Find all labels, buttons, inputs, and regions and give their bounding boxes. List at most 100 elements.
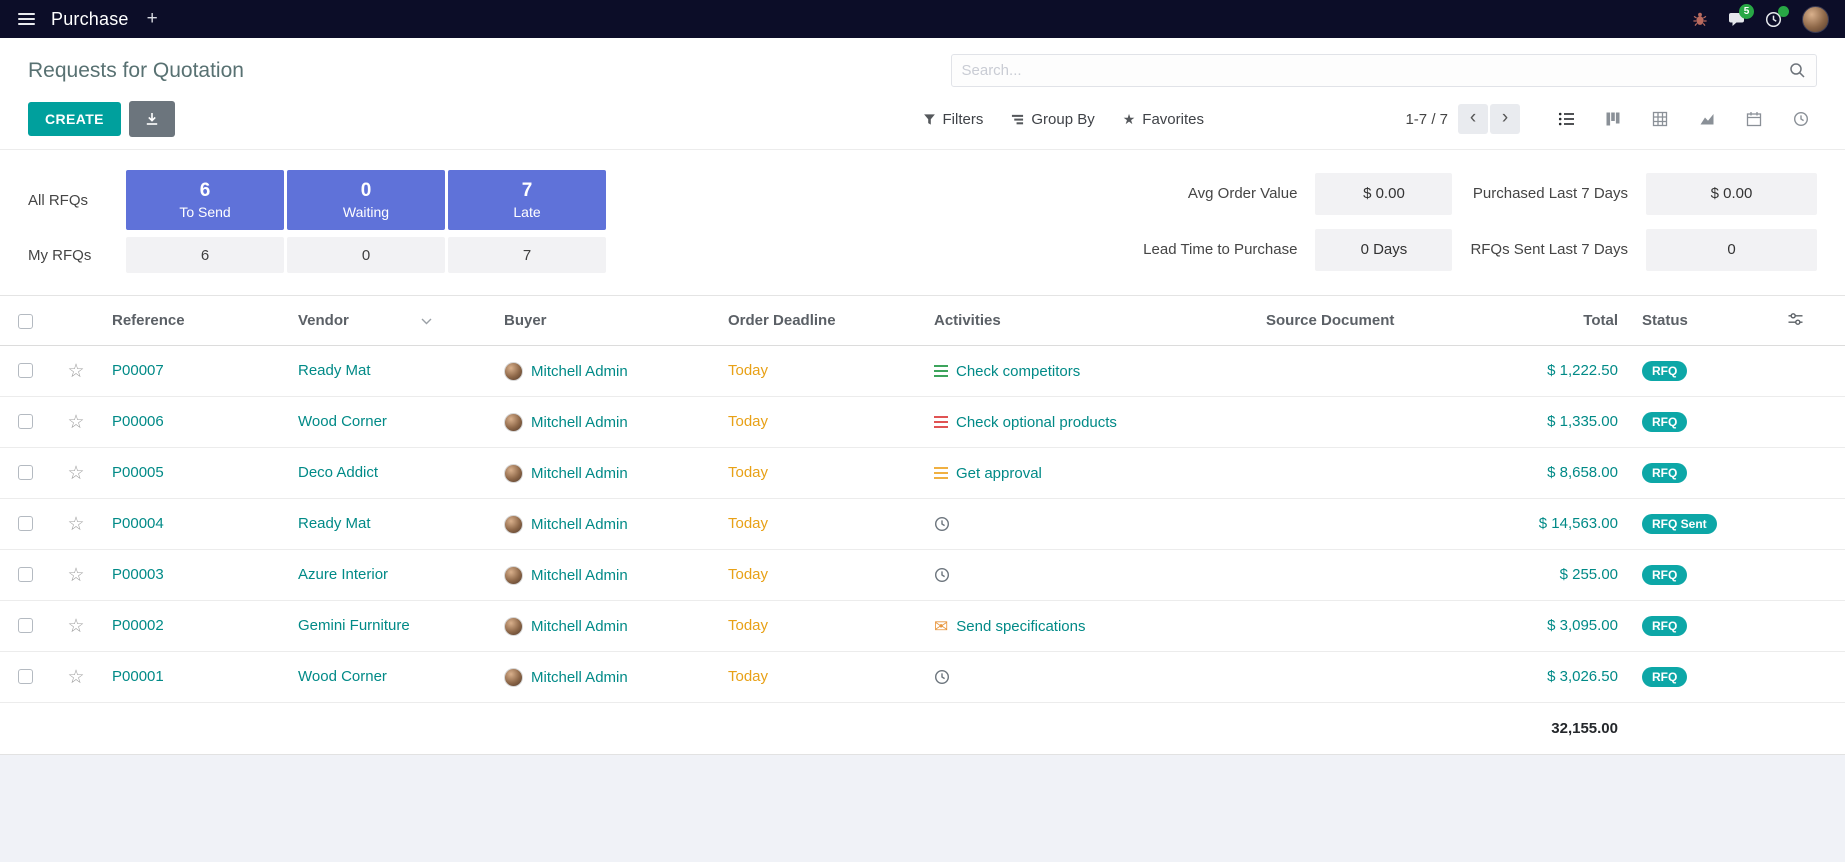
column-header-vendor[interactable]: Vendor: [288, 296, 494, 346]
row-checkbox[interactable]: [18, 465, 33, 480]
clock-icon[interactable]: [934, 516, 950, 532]
tasks-icon[interactable]: [934, 416, 948, 428]
graph-view-button[interactable]: [1691, 103, 1723, 135]
row-checkbox[interactable]: [18, 363, 33, 378]
activity-label[interactable]: Check competitors: [956, 363, 1080, 380]
table-row[interactable]: ☆ P00001 Wood Corner Mitchell Admin Toda…: [0, 652, 1845, 703]
select-all-checkbox[interactable]: [18, 314, 33, 329]
buyer-link[interactable]: Mitchell Admin: [531, 669, 628, 686]
my-late-button[interactable]: 7: [448, 237, 606, 273]
my-waiting-button[interactable]: 0: [287, 237, 445, 273]
table-row[interactable]: ☆ P00007 Ready Mat Mitchell Admin Today …: [0, 346, 1845, 397]
kanban-view-button[interactable]: [1597, 103, 1629, 135]
debug-bug-icon[interactable]: [1692, 11, 1708, 27]
activity-widget[interactable]: [934, 516, 1256, 532]
activity-view-button[interactable]: [1785, 103, 1817, 135]
vendor-link[interactable]: Azure Interior: [298, 566, 388, 583]
all-rfqs-label[interactable]: All RFQs: [28, 170, 126, 230]
app-name-menu[interactable]: Purchase: [51, 9, 129, 30]
rfq-reference-link[interactable]: P00001: [112, 668, 164, 685]
export-button[interactable]: [129, 101, 175, 137]
row-checkbox[interactable]: [18, 516, 33, 531]
search-icon[interactable]: [1789, 62, 1806, 79]
activity-widget[interactable]: Check competitors: [934, 363, 1256, 380]
favorite-star-icon[interactable]: ☆: [67, 463, 84, 484]
search-input[interactable]: [962, 62, 1790, 79]
clock-icon[interactable]: [934, 567, 950, 583]
rfq-reference-link[interactable]: P00004: [112, 515, 164, 532]
row-checkbox[interactable]: [18, 618, 33, 633]
table-row[interactable]: ☆ P00005 Deco Addict Mitchell Admin Toda…: [0, 448, 1845, 499]
column-header-total[interactable]: Total: [1445, 296, 1632, 346]
buyer-link[interactable]: Mitchell Admin: [531, 567, 628, 584]
buyer-link[interactable]: Mitchell Admin: [531, 414, 628, 431]
user-avatar[interactable]: [1802, 6, 1829, 33]
column-header-reference[interactable]: Reference: [102, 296, 288, 346]
activities-clock-icon[interactable]: [1765, 11, 1782, 28]
rfq-reference-link[interactable]: P00002: [112, 617, 164, 634]
column-header-order-deadline[interactable]: Order Deadline: [718, 296, 924, 346]
table-row[interactable]: ☆ P00003 Azure Interior Mitchell Admin T…: [0, 550, 1845, 601]
rfq-reference-link[interactable]: P00005: [112, 464, 164, 481]
calendar-view-button[interactable]: [1738, 103, 1770, 135]
pager-range[interactable]: 1-7 / 7: [1405, 111, 1448, 128]
table-row[interactable]: ☆ P00006 Wood Corner Mitchell Admin Toda…: [0, 397, 1845, 448]
favorite-star-icon[interactable]: ☆: [67, 616, 84, 637]
table-row[interactable]: ☆ P00002 Gemini Furniture Mitchell Admin…: [0, 601, 1845, 652]
tasks-icon[interactable]: [934, 467, 948, 479]
activity-label[interactable]: Check optional products: [956, 414, 1117, 431]
table-row[interactable]: ☆ P00004 Ready Mat Mitchell Admin Today …: [0, 499, 1845, 550]
column-header-activities[interactable]: Activities: [924, 296, 1256, 346]
vendor-link[interactable]: Gemini Furniture: [298, 617, 410, 634]
favorite-star-icon[interactable]: ☆: [67, 412, 84, 433]
vendor-link[interactable]: Wood Corner: [298, 413, 387, 430]
row-checkbox[interactable]: [18, 669, 33, 684]
activity-widget[interactable]: [934, 567, 1256, 583]
vendor-link[interactable]: Ready Mat: [298, 515, 371, 532]
tasks-icon[interactable]: [934, 365, 948, 377]
buyer-link[interactable]: Mitchell Admin: [531, 363, 628, 380]
apps-menu-icon[interactable]: [16, 9, 37, 29]
column-header-buyer[interactable]: Buyer: [494, 296, 718, 346]
all-waiting-button[interactable]: 0 Waiting: [287, 170, 445, 230]
search-box[interactable]: [951, 54, 1818, 87]
activity-widget[interactable]: ✉ Send specifications: [934, 618, 1256, 635]
favorites-button[interactable]: ★ Favorites: [1123, 111, 1204, 128]
favorite-star-icon[interactable]: ☆: [67, 514, 84, 535]
column-header-status[interactable]: Status: [1632, 296, 1745, 346]
favorite-star-icon[interactable]: ☆: [67, 361, 84, 382]
row-checkbox[interactable]: [18, 414, 33, 429]
group-by-button[interactable]: Group By: [1011, 111, 1094, 128]
buyer-link[interactable]: Mitchell Admin: [531, 618, 628, 635]
all-to-send-button[interactable]: 6 To Send: [126, 170, 284, 230]
activity-widget[interactable]: Check optional products: [934, 414, 1256, 431]
optional-columns-button[interactable]: [1745, 296, 1845, 346]
rfq-reference-link[interactable]: P00003: [112, 566, 164, 583]
rfq-reference-link[interactable]: P00007: [112, 362, 164, 379]
my-rfqs-label[interactable]: My RFQs: [28, 237, 126, 273]
column-header-source-document[interactable]: Source Document: [1256, 296, 1445, 346]
envelope-icon[interactable]: ✉: [934, 618, 948, 635]
activity-widget[interactable]: [934, 669, 1256, 685]
pivot-view-button[interactable]: [1644, 103, 1676, 135]
list-view-button[interactable]: [1550, 103, 1582, 135]
vendor-link[interactable]: Deco Addict: [298, 464, 378, 481]
clock-icon[interactable]: [934, 669, 950, 685]
row-checkbox[interactable]: [18, 567, 33, 582]
create-button[interactable]: CREATE: [28, 102, 121, 136]
activity-label[interactable]: Send specifications: [956, 618, 1085, 635]
messages-icon[interactable]: 5: [1728, 11, 1745, 27]
plus-icon[interactable]: +: [143, 8, 162, 30]
favorite-star-icon[interactable]: ☆: [67, 565, 84, 586]
vendor-link[interactable]: Ready Mat: [298, 362, 371, 379]
favorite-star-icon[interactable]: ☆: [67, 667, 84, 688]
buyer-link[interactable]: Mitchell Admin: [531, 516, 628, 533]
pager-previous-button[interactable]: ‹: [1458, 104, 1488, 134]
filters-button[interactable]: Filters: [923, 111, 984, 128]
buyer-link[interactable]: Mitchell Admin: [531, 465, 628, 482]
activity-label[interactable]: Get approval: [956, 465, 1042, 482]
vendor-link[interactable]: Wood Corner: [298, 668, 387, 685]
my-to-send-button[interactable]: 6: [126, 237, 284, 273]
pager-next-button[interactable]: ›: [1490, 104, 1520, 134]
all-late-button[interactable]: 7 Late: [448, 170, 606, 230]
